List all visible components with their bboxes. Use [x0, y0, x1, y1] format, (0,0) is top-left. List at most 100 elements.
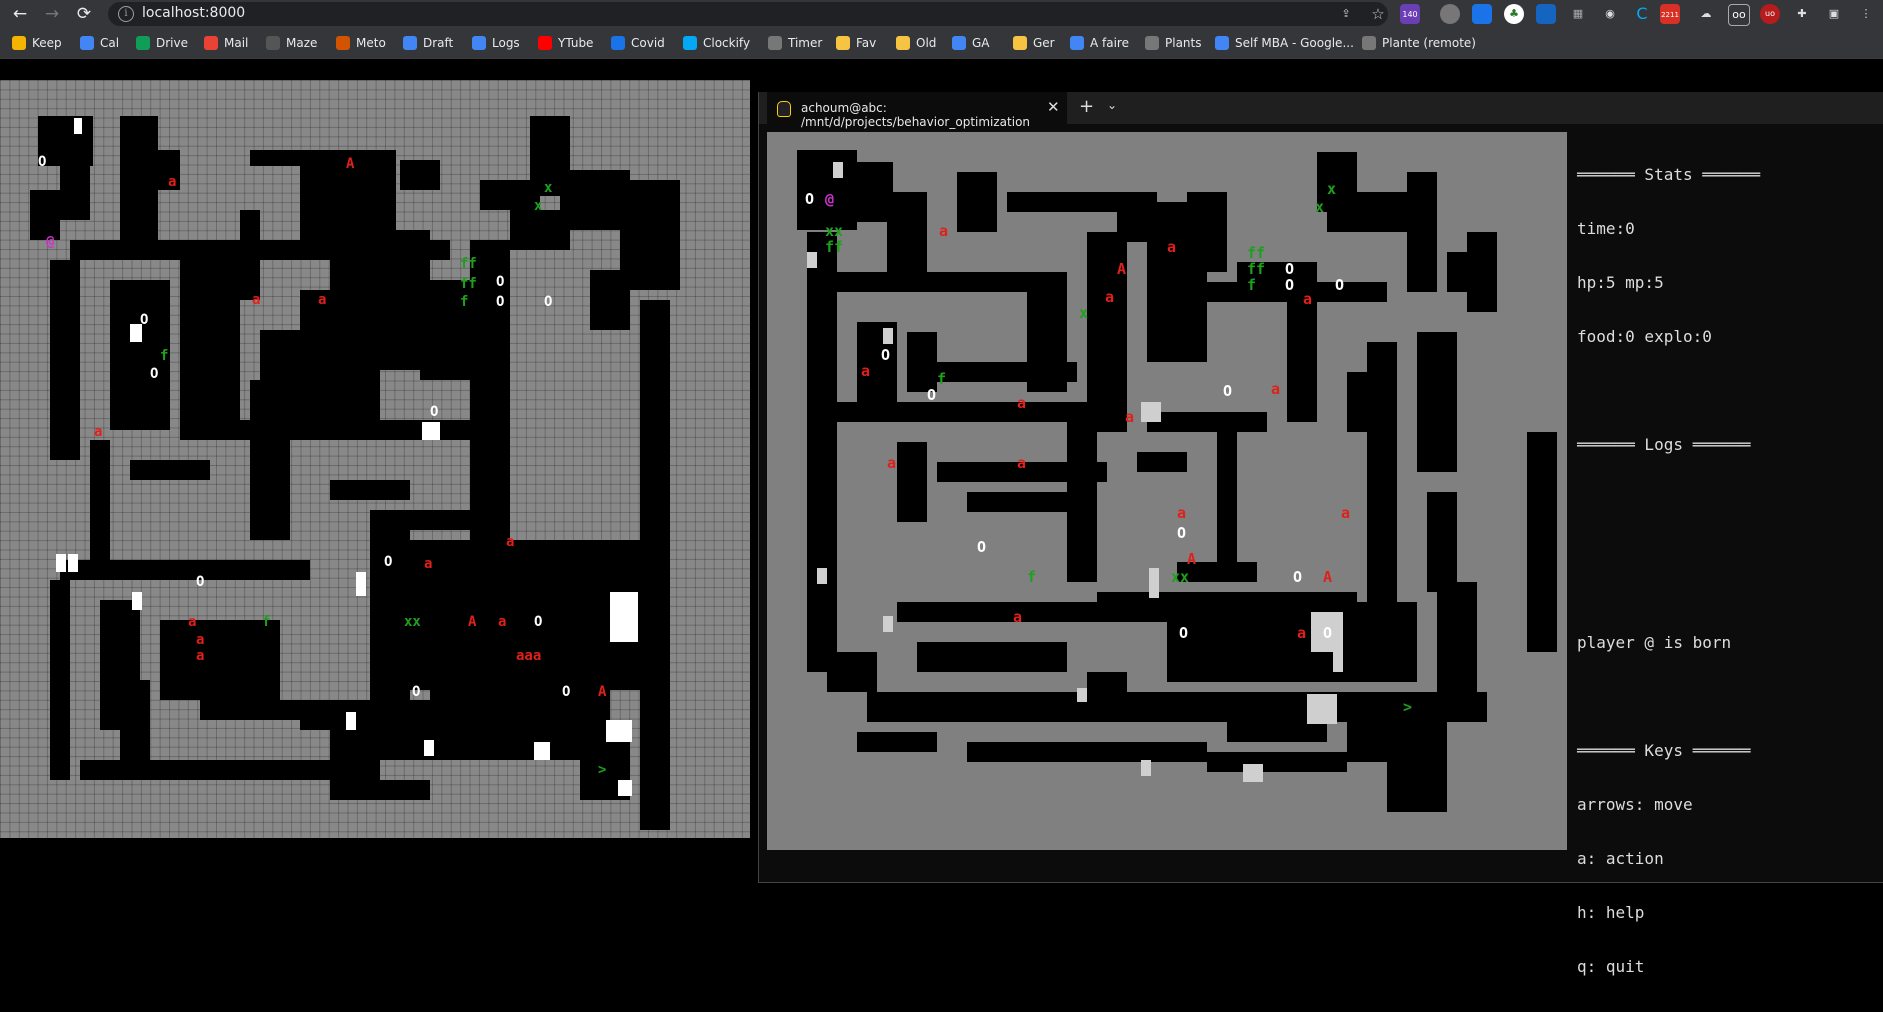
item-glyph: x: [1315, 198, 1324, 216]
bookmark-11[interactable]: Clockify: [683, 34, 750, 52]
food-glyph: ff: [460, 276, 477, 292]
bookmark-3[interactable]: Drive: [136, 34, 188, 52]
exit-glyph: >: [598, 762, 606, 778]
maze-floor: [560, 660, 620, 680]
monster-glyph: a: [1341, 504, 1350, 522]
bookmark-6[interactable]: Meto: [336, 34, 386, 52]
side-panel-icon[interactable]: ▣: [1824, 4, 1844, 24]
highlight-tile: [1141, 402, 1161, 422]
bookmark-16[interactable]: Ger: [1013, 34, 1055, 52]
forward-button[interactable]: →: [40, 2, 64, 26]
extension-window-icon[interactable]: [1472, 4, 1492, 24]
monster-glyph: a: [188, 614, 196, 630]
extension-glasses-icon[interactable]: oo: [1728, 4, 1750, 26]
bookmark-19[interactable]: Self MBA - Google...: [1215, 34, 1354, 52]
bookmark-8[interactable]: Logs: [472, 34, 520, 52]
bookmark-17[interactable]: A faire: [1070, 34, 1129, 52]
highlight-tile: [534, 742, 550, 760]
key-move: arrows: move: [1577, 795, 1693, 814]
bookmark-label: Draft: [423, 36, 454, 50]
maze-floor: [1187, 192, 1227, 272]
bookmark-5[interactable]: Maze: [266, 34, 317, 52]
highlight-tile: [817, 568, 827, 584]
monster-glyph: a: [1167, 238, 1176, 256]
bookmark-20[interactable]: Plante (remote): [1362, 34, 1476, 52]
share-icon[interactable]: ⇪: [1336, 4, 1356, 24]
bookmark-18[interactable]: Plants: [1145, 34, 1202, 52]
maze-render: OaAxx@fffffOO OOa afOaOaO aOa f xx Aa Oaa aaaO O A…: [30, 116, 680, 830]
reload-button[interactable]: ⟳: [72, 2, 96, 26]
highlight-tile: [68, 554, 78, 572]
extension-translate-icon[interactable]: [1536, 4, 1556, 24]
extension-cloud-icon[interactable]: ☁: [1696, 4, 1716, 24]
highlight-tile: [883, 616, 893, 632]
maze-floor: [250, 380, 290, 540]
maze-floor: [867, 692, 1487, 722]
linux-tux-icon: [777, 101, 791, 117]
extension-mail-icon[interactable]: 2211: [1660, 4, 1680, 24]
extension-plant-icon[interactable]: ♣: [1504, 4, 1524, 24]
bookmark-13[interactable]: Fav: [836, 34, 876, 52]
key-help: h: help: [1577, 903, 1645, 922]
highlight-tile: [610, 592, 638, 642]
tab-dropdown-chevron-icon[interactable]: ⌄: [1107, 98, 1117, 112]
browser-menu-icon[interactable]: ⋮: [1856, 4, 1876, 24]
bookmark-1[interactable]: Keep: [12, 34, 62, 52]
new-tab-button[interactable]: +: [1079, 96, 1094, 117]
site-info-icon[interactable]: i: [118, 6, 134, 22]
food-glyph: f: [1027, 568, 1036, 586]
highlight-tile: [1307, 694, 1337, 724]
food-glyph: ff: [825, 238, 843, 256]
big-monster-glyph: A: [468, 614, 477, 630]
monster-glyph: a: [1177, 504, 1186, 522]
bookmark-label: YTube: [558, 36, 594, 50]
address-bar-url[interactable]: localhost:8000: [142, 5, 245, 21]
item-glyph: x: [1327, 180, 1336, 198]
rock-glyph: O: [562, 684, 570, 700]
maze-floor: [1107, 692, 1167, 722]
back-button[interactable]: ←: [8, 2, 32, 26]
maze-floor: [590, 270, 630, 330]
extension-clockify-icon[interactable]: C: [1632, 4, 1652, 24]
maze-floor: [1417, 332, 1457, 472]
rock-glyph: O: [534, 614, 542, 630]
bookmark-12[interactable]: Timer: [768, 34, 822, 52]
maze-floor: [1227, 722, 1327, 742]
item-glyph: x: [1079, 304, 1088, 322]
close-tab-icon[interactable]: ✕: [1047, 98, 1060, 116]
youtube-icon: [538, 36, 552, 50]
item-glyph: xx: [1171, 568, 1189, 586]
big-monster-glyph: A: [1117, 260, 1126, 278]
bookmark-10[interactable]: Covid: [611, 34, 665, 52]
extension-puzzle-grid-icon[interactable]: ▦: [1568, 4, 1588, 24]
robot-icon: [266, 36, 280, 50]
bookmark-7[interactable]: Draft: [403, 34, 453, 52]
monster-glyph: a: [196, 648, 204, 664]
address-bar[interactable]: i localhost:8000: [108, 2, 1388, 26]
bookmark-9[interactable]: YTube: [538, 34, 593, 52]
extension-gear-icon[interactable]: [1440, 4, 1460, 24]
bookmark-14[interactable]: Old: [896, 34, 936, 52]
extension-spy-icon[interactable]: ◉: [1600, 4, 1620, 24]
item-glyph: xx: [404, 614, 421, 630]
highlight-tile: [833, 162, 843, 178]
docs-icon: [1215, 36, 1229, 50]
terminal-maze-view: O @ xx ff a Oa f Ox x Aa a x ff ff f O O Oa a a a Oa a a a O Of Axx…: [767, 132, 1567, 850]
maze-canvas[interactable]: Oa Ax x @ ff ff f O O O Oa a f Oa Oa Oa Oa f xx Aa Oa a aaa O O A…: [0, 80, 750, 838]
maze-floor: [1207, 752, 1347, 772]
extension-calendar-icon[interactable]: 140: [1400, 4, 1420, 24]
extension-ublock-icon[interactable]: uo: [1760, 4, 1780, 24]
maze-floor: [60, 130, 90, 220]
keep-icon: [12, 36, 26, 50]
rock-glyph: O: [384, 554, 392, 570]
folder-icon: [896, 36, 910, 50]
terminal-tab[interactable]: achoum@abc: /mnt/d/projects/behavior_opt…: [767, 92, 1067, 129]
bookmark-label: Cal: [100, 36, 120, 50]
extensions-puzzle-icon[interactable]: ✚: [1792, 4, 1812, 24]
bookmark-star-icon[interactable]: ☆: [1368, 4, 1388, 24]
bookmark-15[interactable]: GA: [952, 34, 990, 52]
bookmark-label: Drive: [156, 36, 188, 50]
bookmark-label: Old: [916, 36, 937, 50]
bookmark-2[interactable]: Cal: [80, 34, 119, 52]
bookmark-4[interactable]: Mail: [204, 34, 248, 52]
